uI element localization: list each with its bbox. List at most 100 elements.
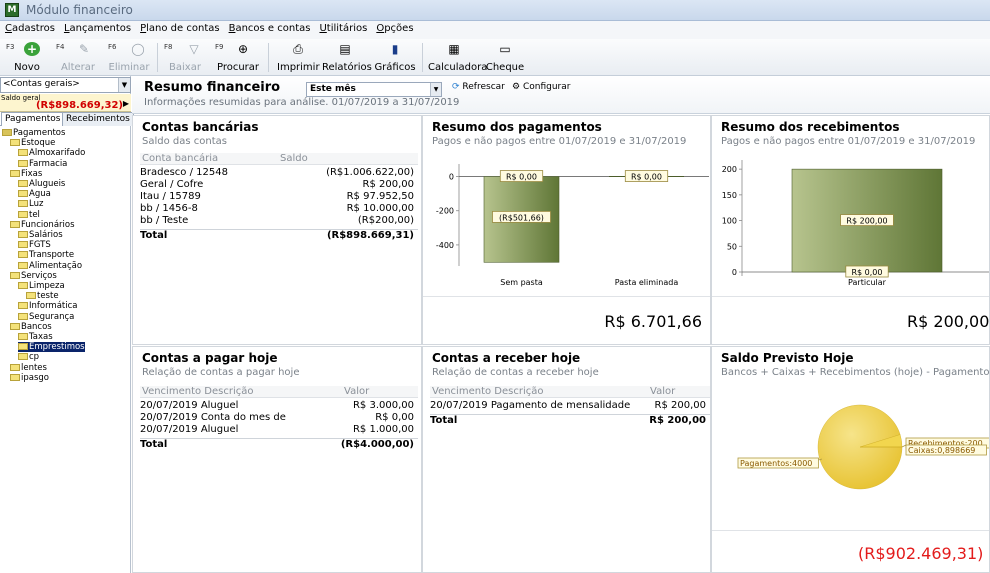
menu-bancos-e-contas[interactable]: Bancos e contas: [224, 21, 315, 34]
total-label: Total: [140, 439, 168, 450]
folder-icon: [18, 159, 28, 167]
menu-opcoes[interactable]: Opções: [371, 21, 417, 34]
tab-recebimentos[interactable]: Recebimentos: [62, 112, 134, 126]
pagamentos-bar-chart: 0 -200 -400 Sem pasta (R$501,66) R$ 0,00 Pasta…: [436, 164, 709, 287]
tree-item[interactable]: Pagamentos: [2, 128, 65, 138]
tree-item[interactable]: Bancos: [10, 322, 52, 332]
recebimentos-total: R$ 200,00: [907, 312, 990, 331]
tree-item-label: Farmacia: [29, 158, 68, 169]
tree-item-label: Bancos: [21, 321, 52, 332]
tree-item[interactable]: cp: [18, 352, 39, 362]
tree-item[interactable]: Agua: [18, 189, 51, 199]
page-subtitle: Informações resumidas para análise. 01/0…: [144, 97, 459, 108]
y-tick-label: 0: [449, 173, 454, 182]
window-title: Módulo financeiro: [26, 3, 133, 17]
shortcut-key: F9: [215, 43, 224, 51]
configure-label: Configurar: [522, 82, 571, 92]
imprimir-button[interactable]: ⎙ Imprimir: [277, 39, 320, 76]
folder-icon: [18, 312, 28, 320]
printer-icon: ⎙: [293, 42, 303, 56]
divider: [423, 296, 710, 297]
tree-item[interactable]: Alugueis: [18, 179, 65, 189]
table-row: 20/07/2019 Aluguel R$ 3.000,00: [140, 400, 418, 412]
chevron-down-icon[interactable]: ▼: [430, 83, 441, 96]
calculadora-button[interactable]: ▦ Calculadora: [428, 39, 487, 76]
saldo-value: (R$898.669,32): [35, 100, 123, 111]
toolbar-separator: [268, 43, 269, 72]
graficos-button[interactable]: ▮ Gráficos: [374, 39, 416, 76]
tree-item[interactable]: Informática: [18, 301, 78, 311]
pagamentos-total: R$ 6.701,66: [604, 312, 702, 331]
tree-item[interactable]: ipasgo: [10, 373, 49, 383]
menu-cadastros[interactable]: Cadastros: [0, 21, 59, 34]
total-row: Total (R$4.000,00): [140, 438, 418, 450]
configure-button[interactable]: ⚙ Configurar: [512, 82, 570, 92]
account-name: bb / 1456-8: [140, 203, 198, 214]
tree-item-label: Salários: [29, 230, 63, 240]
panel-subtitle: Saldo das contas: [142, 136, 227, 147]
baixar-button[interactable]: F8 ▽ Baixar: [164, 39, 206, 76]
table-row: 20/07/2019 Aluguel R$ 1.000,00: [140, 424, 418, 436]
tree-item[interactable]: FGTS: [18, 240, 51, 250]
contas-bancarias-panel: Contas bancárias Saldo das contas Conta …: [132, 115, 422, 345]
filter-icon: ▽: [189, 42, 199, 56]
table-row: 20/07/2019 Conta do mes de R$ 0,00: [140, 412, 418, 424]
tree-item[interactable]: teste: [26, 291, 59, 301]
account-name: Itau / 15789: [140, 191, 201, 202]
tree-item-label: Emprestimos: [29, 342, 85, 353]
period-select[interactable]: Este mês ▼: [306, 82, 442, 97]
y-tick-label: 150: [722, 191, 737, 200]
menu-utilitarios[interactable]: Utilitários: [314, 21, 371, 34]
resumo-pagamentos-panel: Resumo dos pagamentos Pagos e não pagos …: [422, 115, 711, 345]
left-panel: <Contas gerais> ▼ Saldo geral (R$898.669…: [0, 76, 134, 573]
tree-item[interactable]: Funcionários: [10, 220, 75, 230]
novo-button[interactable]: F3 + Novo: [6, 39, 48, 76]
tree-item[interactable]: Alimentação: [18, 261, 82, 271]
saldo-geral-box: Saldo geral (R$898.669,32) ▶: [0, 94, 131, 112]
procurar-button[interactable]: F9 ⊕ Procurar: [215, 39, 261, 76]
tree-item[interactable]: Almoxarifado: [18, 148, 85, 158]
tree-item[interactable]: Segurança: [18, 312, 74, 322]
tree-item[interactable]: tel: [18, 210, 40, 220]
left-tabs: Pagamentos Recebimentos: [0, 112, 134, 126]
panel-title: Contas a pagar hoje: [142, 351, 278, 365]
eliminar-button[interactable]: F6 ◯ Eliminar: [108, 39, 150, 76]
saldo-pie-chart: Pagamentos:4000Recebimentos:200Caixas:0,…: [737, 404, 989, 490]
relatorios-button[interactable]: ▤ Relatórios: [322, 39, 372, 76]
menu-plano-de-contas[interactable]: Plano de contas: [135, 21, 223, 34]
tree-item[interactable]: lentes: [10, 363, 47, 373]
account-select[interactable]: <Contas gerais> ▼: [0, 77, 131, 93]
folder-icon: [18, 343, 28, 351]
tree-item[interactable]: Estoque: [10, 138, 55, 148]
total-row: Total (R$898.669,31): [140, 229, 418, 241]
tree-item[interactable]: Luz: [18, 199, 43, 209]
tree-item[interactable]: Limpeza: [18, 281, 65, 291]
tree-item[interactable]: Transporte: [18, 250, 74, 260]
table-row: Itau / 15789 R$ 97.952,50: [140, 191, 418, 203]
tree-item[interactable]: Taxas: [18, 332, 53, 342]
tree-item[interactable]: Salários: [18, 230, 63, 240]
tree-item[interactable]: Emprestimos: [18, 342, 85, 353]
bill-value: R$ 3.000,00: [352, 400, 414, 411]
menu-lancamentos[interactable]: Lançamentos: [59, 21, 135, 34]
refresh-button[interactable]: ⟳ Refrescar: [452, 82, 505, 92]
tree-item[interactable]: Farmacia: [18, 159, 67, 169]
binoculars-icon: ⊕: [237, 42, 249, 56]
alterar-button[interactable]: F4 ✎ Alterar: [56, 39, 100, 76]
tab-pagamentos[interactable]: Pagamentos: [1, 112, 65, 126]
subtitle-text: Informações resumidas para análise.: [144, 97, 329, 108]
y-tick-label: -400: [436, 241, 454, 250]
folder-icon: [18, 231, 28, 238]
total-label: Total: [140, 230, 168, 241]
account-balance: R$ 200,00: [362, 179, 414, 190]
account-name: bb / Teste: [140, 215, 189, 226]
chevron-down-icon[interactable]: ▼: [118, 78, 130, 92]
tree-item[interactable]: Fixas: [10, 169, 42, 179]
cheque-button[interactable]: ▭ Cheque: [484, 39, 526, 76]
folder-icon: [18, 180, 28, 187]
chevron-right-icon[interactable]: ▶: [123, 99, 129, 108]
receivable-description: 20/07/2019 Pagamento de mensalidade: [430, 400, 631, 411]
cheque-icon: ▭: [499, 42, 511, 56]
tree-item[interactable]: Serviços: [10, 271, 57, 281]
shortcut-key: F4: [56, 43, 65, 51]
